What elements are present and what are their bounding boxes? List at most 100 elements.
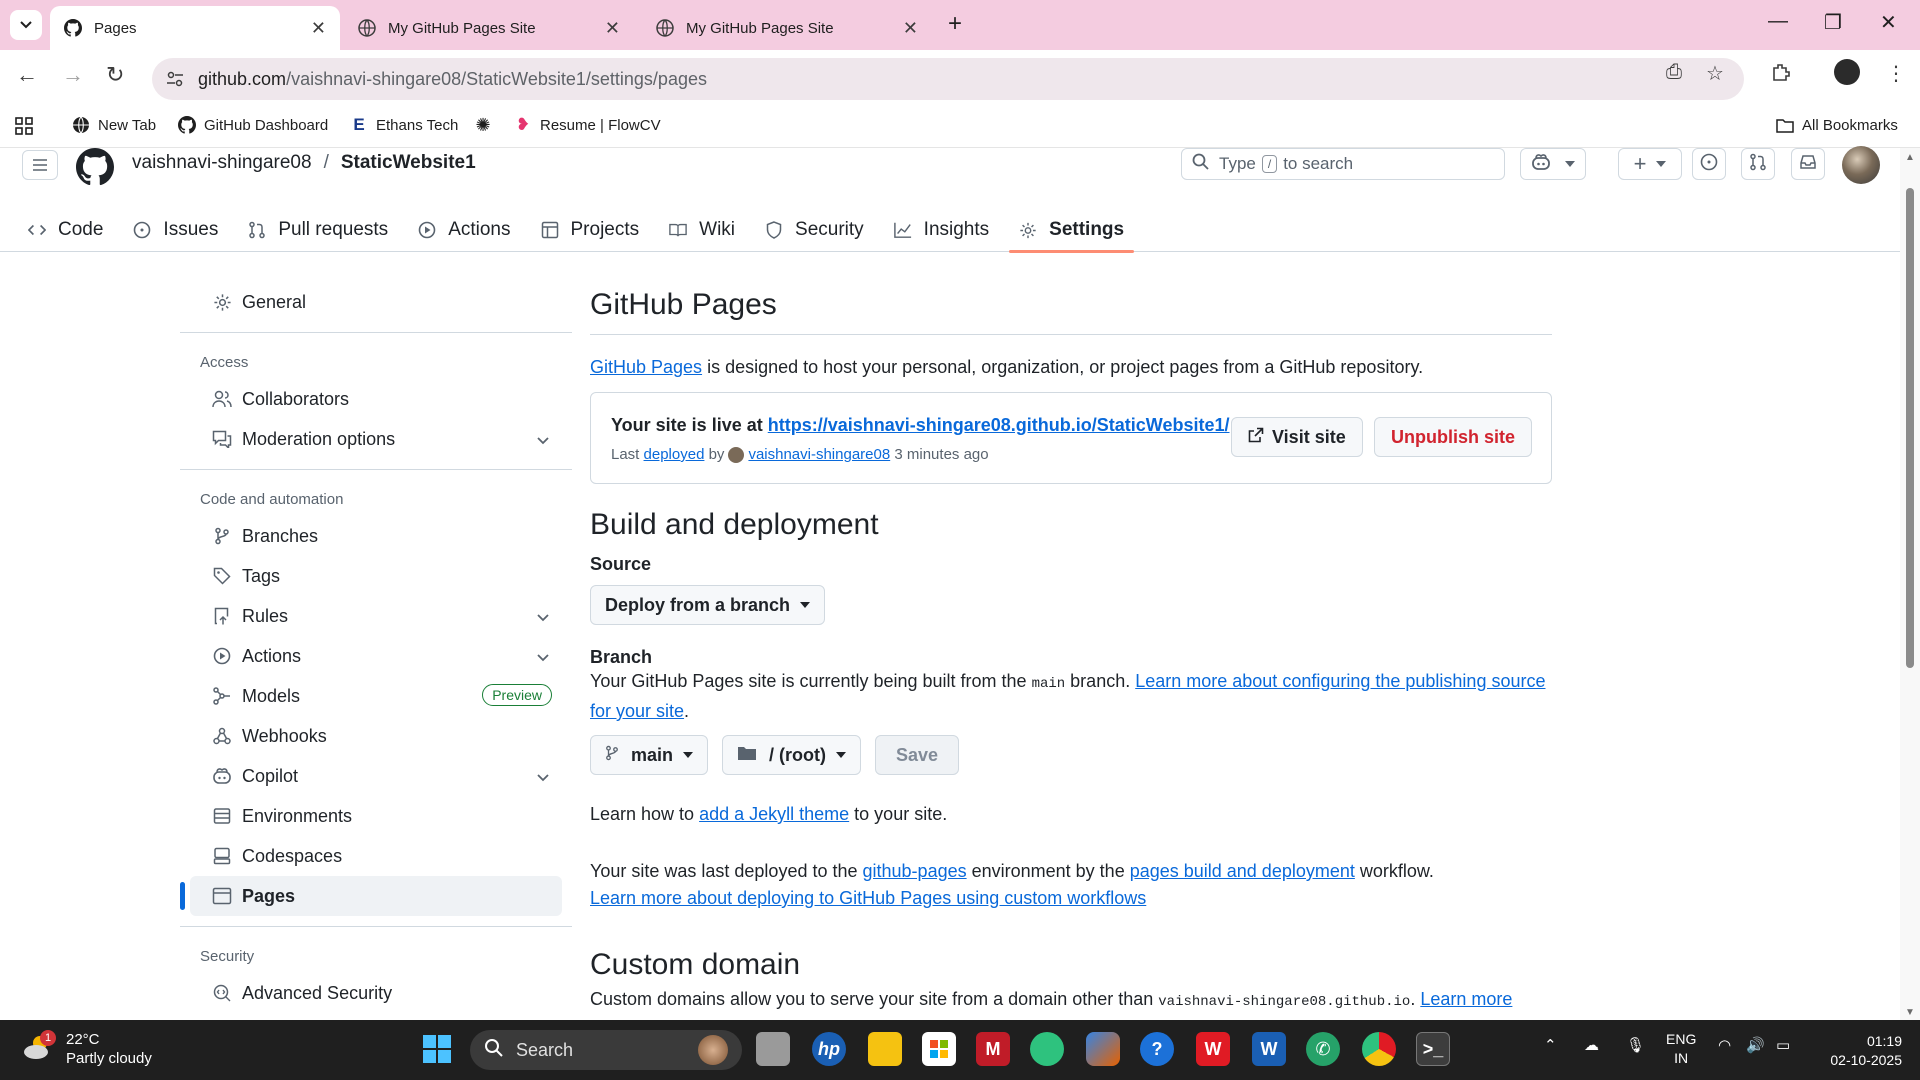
sidebar-item-webhooks[interactable]: Webhooks xyxy=(190,716,562,756)
tab-pages[interactable]: Pages ✕ xyxy=(50,6,340,50)
browser-menu-icon[interactable]: ⋮ xyxy=(1886,61,1906,86)
sidebar-item-tags[interactable]: Tags xyxy=(190,556,562,596)
tab-my-github-pages-site-1[interactable]: My GitHub Pages Site ✕ xyxy=(344,6,634,50)
deployed-link[interactable]: deployed xyxy=(644,446,705,463)
owner-link[interactable]: vaishnavi-shingare08 xyxy=(132,152,312,173)
minimize-icon[interactable]: — xyxy=(1768,10,1788,33)
bookmark-resume-flowcv[interactable]: ❥ Resume | FlowCV xyxy=(514,115,661,134)
show-hidden-icons-icon[interactable]: ⌃ xyxy=(1544,1036,1557,1054)
hamburger-menu-icon[interactable] xyxy=(22,150,58,180)
scrollbar-thumb[interactable] xyxy=(1906,188,1914,668)
jekyll-theme-link[interactable]: add a Jekyll theme xyxy=(699,804,849,824)
install-app-icon[interactable]: ⎙ xyxy=(1666,61,1682,84)
weather-widget[interactable]: 1 22°C Partly cloudy xyxy=(22,1030,152,1068)
file-explorer-icon[interactable] xyxy=(868,1032,902,1066)
whatsapp-icon[interactable]: ✆ xyxy=(1306,1032,1340,1066)
close-tab-icon[interactable]: ✕ xyxy=(311,18,326,39)
help-icon[interactable]: ? xyxy=(1140,1032,1174,1066)
site-info-icon[interactable] xyxy=(162,66,188,92)
repo-nav-settings[interactable]: Settings xyxy=(1009,208,1135,253)
live-site-url-link[interactable]: https://vaishnavi-shingare08.github.io/S… xyxy=(768,415,1230,435)
sidebar-item-pages[interactable]: Pages xyxy=(180,876,562,916)
apps-grid-icon[interactable] xyxy=(14,116,34,136)
sidebar-item-advanced-security[interactable]: Advanced Security xyxy=(190,973,562,1013)
repo-nav-wiki[interactable]: Wiki xyxy=(669,208,735,252)
copilot-app-icon[interactable] xyxy=(1086,1032,1120,1066)
folder-select[interactable]: / (root) xyxy=(722,735,861,775)
battery-icon[interactable]: ▭ xyxy=(1776,1036,1790,1054)
repo-name-link[interactable]: StaticWebsite1 xyxy=(341,152,476,173)
unpublish-site-button[interactable]: Unpublish site xyxy=(1374,417,1533,457)
chrome-icon[interactable] xyxy=(1362,1032,1396,1066)
taskbar-search-box[interactable]: Search xyxy=(470,1030,742,1070)
windows-start-icon[interactable] xyxy=(420,1032,454,1066)
repo-nav-security[interactable]: Security xyxy=(765,208,864,252)
all-bookmarks-button[interactable]: All Bookmarks xyxy=(1776,116,1898,134)
github-pages-docs-link[interactable]: GitHub Pages xyxy=(590,357,702,377)
task-view-icon[interactable] xyxy=(756,1032,790,1066)
close-tab-icon[interactable]: ✕ xyxy=(903,18,918,39)
forward-arrow-icon[interactable]: → xyxy=(62,62,84,88)
bookmark-star-icon[interactable]: ☆ xyxy=(1706,61,1724,86)
wifi-icon[interactable]: ◠ xyxy=(1718,1036,1731,1054)
sidebar-item-copilot[interactable]: Copilot xyxy=(190,756,562,796)
search-input[interactable]: Type / to search xyxy=(1181,148,1505,180)
tab-search-button[interactable] xyxy=(10,10,42,40)
bookmark-github-dashboard[interactable]: GitHub Dashboard xyxy=(178,116,328,134)
sidebar-item-collaborators[interactable]: Collaborators xyxy=(190,379,562,419)
new-tab-button[interactable]: + xyxy=(948,10,962,38)
repo-nav-issues[interactable]: Issues xyxy=(133,208,218,252)
sidebar-item-branches[interactable]: Branches xyxy=(190,516,562,556)
system-clock[interactable]: 01:19 02-10-2025 xyxy=(1818,1032,1902,1070)
chatgpt-icon[interactable]: ✺ xyxy=(474,115,500,135)
sidebar-item-rules[interactable]: Rules xyxy=(190,596,562,636)
github-pages-environment-link[interactable]: github-pages xyxy=(863,861,967,881)
save-button[interactable]: Save xyxy=(875,735,960,775)
reload-icon[interactable]: ↻ xyxy=(106,62,124,88)
scroll-up-icon[interactable]: ▲ xyxy=(1905,152,1915,163)
user-avatar[interactable] xyxy=(1842,146,1880,184)
pull-requests-button[interactable] xyxy=(1741,148,1775,180)
repo-nav-projects[interactable]: Projects xyxy=(541,208,639,252)
microsoft-store-icon[interactable] xyxy=(922,1032,956,1066)
edge-icon[interactable] xyxy=(1030,1032,1064,1066)
repo-nav-code[interactable]: Code xyxy=(28,208,103,252)
microphone-icon[interactable]: 🎙 xyxy=(1626,1036,1645,1054)
scroll-down-icon[interactable]: ▼ xyxy=(1905,1007,1915,1018)
sidebar-item-moderation-options[interactable]: Moderation options xyxy=(190,419,562,459)
inbox-button[interactable] xyxy=(1791,148,1825,180)
extensions-icon[interactable] xyxy=(1770,61,1792,89)
restore-icon[interactable]: ❐ xyxy=(1824,10,1842,35)
tab-my-github-pages-site-2[interactable]: My GitHub Pages Site ✕ xyxy=(642,6,932,50)
sidebar-item-general[interactable]: General xyxy=(190,282,562,322)
onedrive-icon[interactable]: ☁ xyxy=(1584,1036,1599,1054)
close-tab-icon[interactable]: ✕ xyxy=(605,18,620,39)
source-select[interactable]: Deploy from a branch xyxy=(590,585,826,625)
back-arrow-icon[interactable]: ← xyxy=(16,62,38,88)
hp-icon[interactable]: hp xyxy=(812,1032,846,1066)
branch-select[interactable]: main xyxy=(590,735,709,775)
bookmark-ethans-tech[interactable]: E Ethans Tech xyxy=(350,115,458,134)
sidebar-item-actions[interactable]: Actions xyxy=(190,636,562,676)
page-scrollbar[interactable]: ▲ ▼ xyxy=(1900,148,1920,1020)
pages-workflow-link[interactable]: pages build and deployment xyxy=(1130,861,1355,881)
issues-button[interactable] xyxy=(1692,148,1726,180)
repo-nav-actions[interactable]: Actions xyxy=(418,208,511,252)
language-indicator[interactable]: ENG IN xyxy=(1666,1030,1696,1068)
repo-nav-pull-requests[interactable]: Pull requests xyxy=(248,208,388,252)
wps-office-icon[interactable]: W xyxy=(1196,1032,1230,1066)
bookmark-new-tab[interactable]: New Tab xyxy=(72,116,156,134)
word-icon[interactable]: W xyxy=(1252,1032,1286,1066)
repo-nav-insights[interactable]: Insights xyxy=(893,208,989,252)
custom-workflows-docs-link[interactable]: Learn more about deploying to GitHub Pag… xyxy=(590,888,1146,908)
sidebar-item-models[interactable]: Models Preview xyxy=(190,676,562,716)
visit-site-button[interactable]: Visit site xyxy=(1231,417,1363,457)
close-window-icon[interactable]: ✕ xyxy=(1880,10,1897,35)
terminal-icon[interactable]: >_ xyxy=(1416,1032,1450,1066)
sidebar-item-codespaces[interactable]: Codespaces xyxy=(190,836,562,876)
url-bar[interactable]: github.com/vaishnavi-shingare08/StaticWe… xyxy=(152,58,1744,100)
mcafee-icon[interactable]: M xyxy=(976,1032,1010,1066)
sidebar-item-environments[interactable]: Environments xyxy=(190,796,562,836)
copilot-button[interactable] xyxy=(1520,148,1586,180)
deployer-link[interactable]: vaishnavi-shingare08 xyxy=(748,446,890,463)
